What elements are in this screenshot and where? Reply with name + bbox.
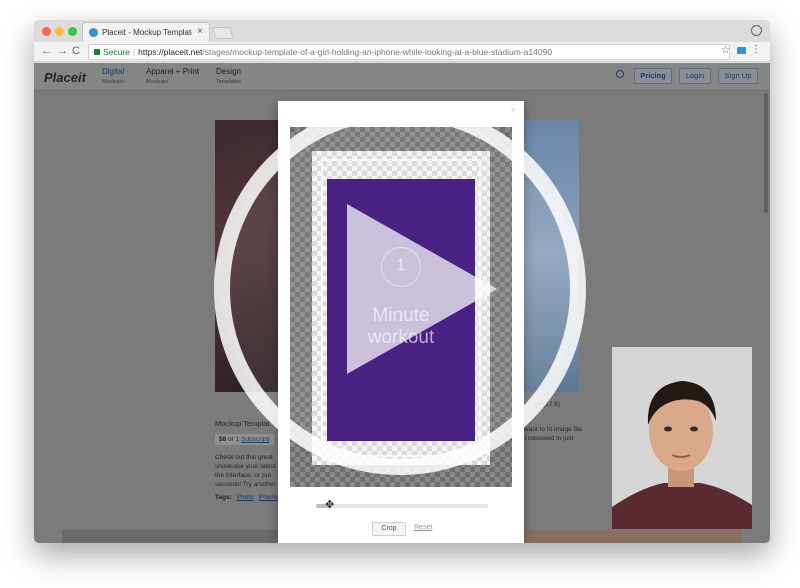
bottom-thumbnail[interactable] [62, 530, 282, 543]
reload-button[interactable]: C [72, 45, 80, 57]
nav-sublabel: Mockups [102, 79, 125, 85]
move-cursor-icon[interactable]: ✥ [324, 499, 336, 511]
site-logo[interactable]: Placeit [44, 70, 86, 85]
lock-icon [94, 49, 100, 55]
back-button[interactable]: ← [41, 45, 52, 57]
close-window-icon[interactable] [42, 27, 51, 36]
tab-close-icon[interactable]: × [197, 26, 203, 37]
presenter-avatar [612, 347, 752, 529]
browser-menu-icon[interactable]: ⋮ [751, 44, 761, 55]
reset-link[interactable]: Reset [414, 524, 432, 531]
maximize-window-icon[interactable] [68, 27, 77, 36]
nav-digital-mockups[interactable]: Digital Mockups [102, 67, 124, 87]
nav-label: Design [216, 67, 241, 76]
extension-icon[interactable] [737, 47, 746, 54]
search-icon[interactable] [616, 70, 624, 78]
nav-sublabel: Mockups [146, 79, 169, 85]
tab-strip: Placeit - Mockup Template Of × [34, 20, 770, 42]
tab-title: Placeit - Mockup Template Of [102, 28, 192, 37]
nav-sublabel: Templates [216, 79, 242, 85]
profile-icon[interactable] [751, 25, 762, 36]
bottom-thumbnail[interactable] [522, 530, 742, 543]
page-scrollbar[interactable] [764, 93, 768, 213]
tags-row: Tags: Photo iPhone [215, 494, 279, 501]
play-overlay[interactable] [205, 94, 595, 484]
pricing-button[interactable]: Pricing [634, 68, 672, 84]
login-button[interactable]: Login [679, 68, 711, 84]
favicon-icon [89, 28, 98, 37]
url-separator: | [132, 47, 136, 57]
tag-link[interactable]: Photo [237, 494, 254, 501]
crop-button[interactable]: Crop [372, 522, 406, 536]
new-tab-button[interactable] [211, 27, 235, 39]
tag-link[interactable]: iPhone [258, 494, 278, 501]
browser-tab[interactable]: Placeit - Mockup Template Of × [82, 22, 210, 42]
nav-label: Digital [102, 67, 125, 76]
secure-label: Secure [103, 47, 130, 57]
nav-design-templates[interactable]: Design Templates [216, 67, 241, 87]
address-bar[interactable]: Secure | https://placeit.net/stages/mockup… [88, 44, 730, 60]
url-path: /stages/mockup-template-of-a-girl-holdin… [202, 47, 553, 57]
zoom-slider[interactable]: ✥ [316, 499, 488, 511]
forward-button[interactable]: → [57, 45, 68, 57]
url-host: https://placeit.net [138, 47, 203, 57]
nav-apparel-print[interactable]: Apparel + Print Mockups [146, 67, 199, 87]
webcam-video [612, 347, 752, 529]
nav-label: Apparel + Print [146, 67, 200, 76]
minimize-window-icon[interactable] [55, 27, 64, 36]
signup-button[interactable]: Sign Up [718, 68, 758, 84]
site-header: Placeit Digital Mockups Apparel + Print … [34, 63, 770, 91]
tags-label: Tags: [215, 494, 232, 501]
bookmark-star-icon[interactable]: ☆ [721, 45, 730, 56]
browser-toolbar: ← → C Secure | https://placeit.net/stages/… [34, 42, 770, 62]
